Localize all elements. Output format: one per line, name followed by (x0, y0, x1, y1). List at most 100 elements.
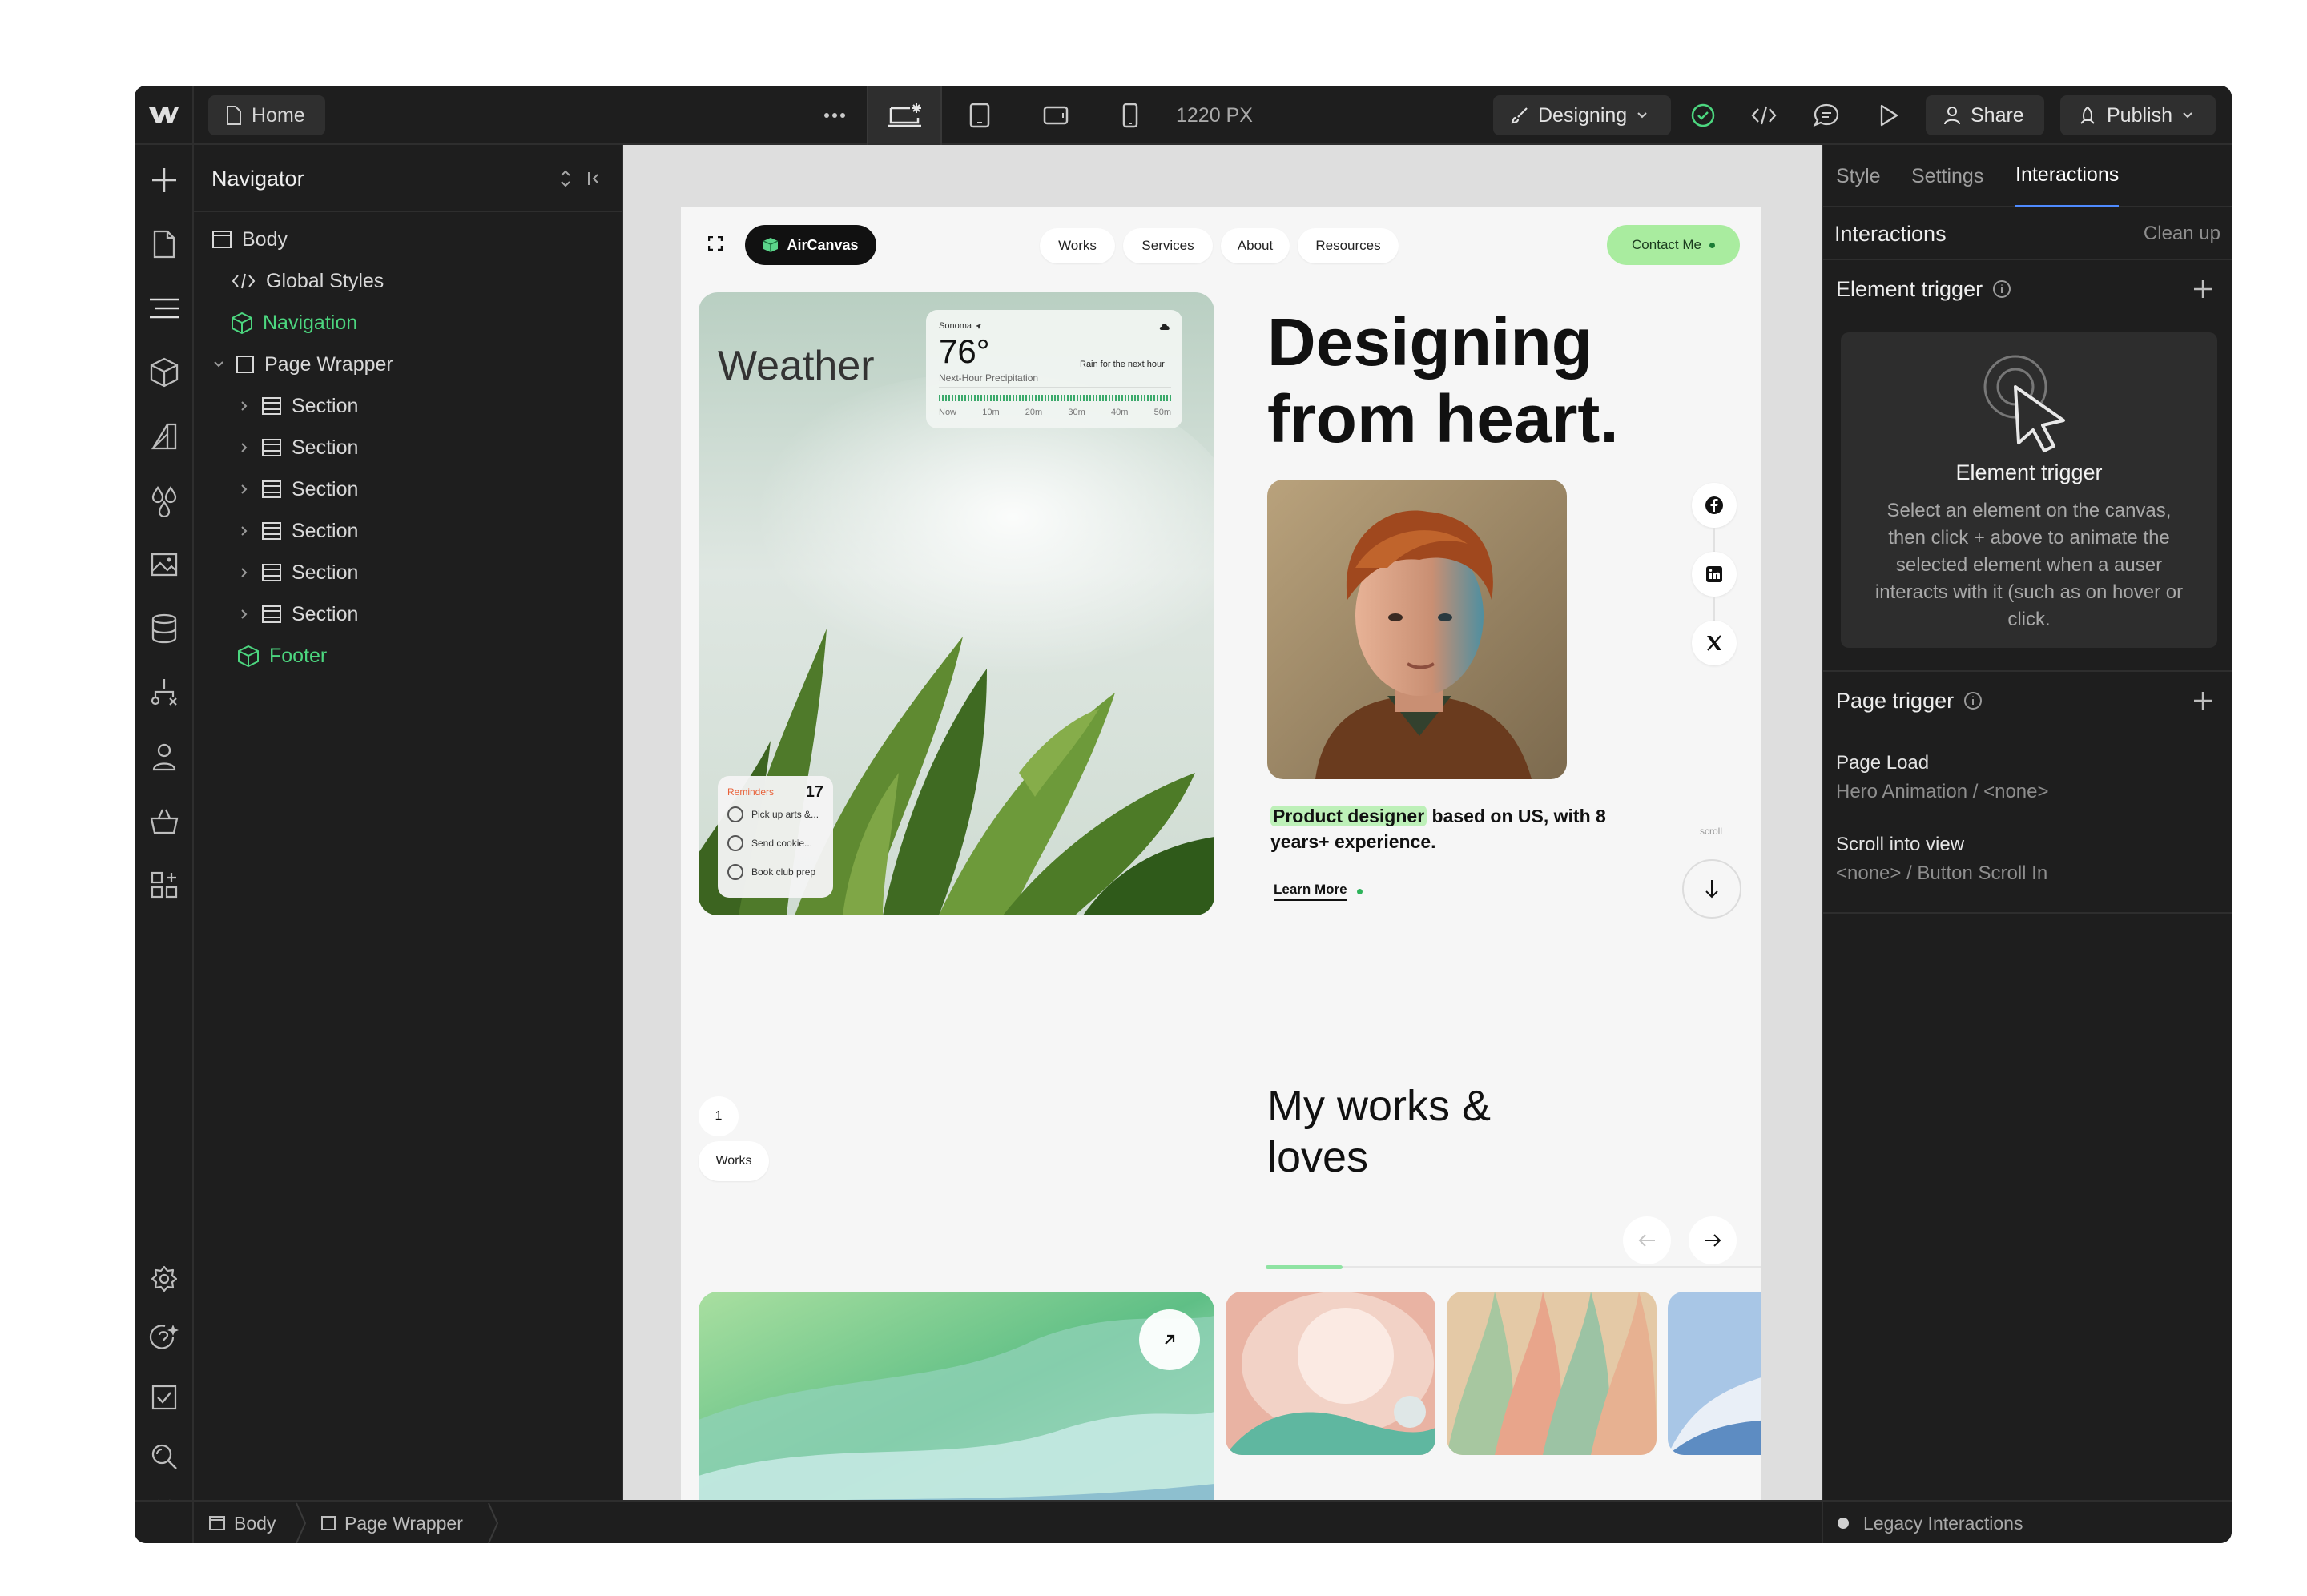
tree-item-section[interactable]: Section (237, 593, 358, 635)
site-nav-services[interactable]: Services (1123, 228, 1213, 263)
reminder-item[interactable]: Book club prep (727, 858, 823, 886)
open-project-button[interactable] (1139, 1309, 1200, 1370)
variables-drops-icon[interactable] (135, 478, 194, 523)
breakpoint-tablet-icon[interactable] (950, 86, 1009, 145)
learn-more-link[interactable]: Learn More (1274, 882, 1363, 901)
fullscreen-icon[interactable] (699, 227, 732, 260)
search-icon[interactable] (135, 1434, 194, 1479)
comments-icon[interactable] (1802, 86, 1850, 145)
site-nav-about[interactable]: About (1221, 228, 1290, 263)
tab-style[interactable]: Style (1836, 145, 1881, 207)
webflow-logo-icon[interactable] (135, 86, 194, 145)
code-view-icon[interactable] (1740, 86, 1788, 145)
tree-item-section[interactable]: Section (237, 427, 358, 468)
expand-collapse-icon[interactable] (559, 167, 572, 190)
users-icon[interactable] (135, 734, 194, 779)
settings-gear-icon[interactable] (135, 1256, 194, 1301)
info-icon[interactable] (1992, 279, 2011, 299)
chevron-right-icon[interactable] (237, 484, 252, 495)
cms-database-icon[interactable] (135, 606, 194, 651)
chevron-right-icon[interactable] (237, 567, 252, 578)
page-trigger-item-page-load[interactable]: Page Load Hero Animation / <none> (1836, 752, 2049, 810)
reminders-widget: Reminders 17 Pick up arts &... Send cook… (718, 776, 833, 898)
site-page-preview[interactable]: AirCanvas Works Services About Resources… (681, 207, 1761, 1500)
design-canvas[interactable]: AirCanvas Works Services About Resources… (623, 145, 1822, 1500)
help-ai-icon[interactable] (135, 1316, 194, 1361)
carousel-prev-button[interactable] (1623, 1216, 1671, 1264)
navigator-header: Navigator (194, 145, 622, 212)
tree-item-section[interactable]: Section (237, 552, 358, 593)
carousel-next-button[interactable] (1689, 1216, 1737, 1264)
tree-item-label: Global Styles (266, 269, 384, 292)
work-image-blue-shapes[interactable] (1668, 1292, 1761, 1455)
trigger-name: Scroll into view (1836, 834, 1965, 855)
collapse-panel-icon[interactable] (586, 167, 601, 190)
site-brand-button[interactable]: AirCanvas (745, 225, 876, 265)
designer-mode-dropdown[interactable]: Designing (1493, 95, 1671, 135)
apps-icon[interactable] (135, 862, 194, 907)
clean-up-button[interactable]: Clean up (2144, 207, 2220, 260)
breadcrumb-body[interactable]: Body (208, 1502, 276, 1543)
legacy-interactions-toggle[interactable]: Legacy Interactions (1822, 1502, 2232, 1543)
audit-checkbox-icon[interactable] (135, 1375, 194, 1420)
components-icon[interactable] (135, 350, 194, 395)
x-twitter-icon[interactable] (1692, 621, 1737, 665)
work-image-green-waves[interactable] (699, 1292, 1214, 1500)
tree-item-body[interactable]: Body (211, 219, 288, 260)
portrait-image (1267, 480, 1567, 779)
contact-label: Contact Me (1632, 237, 1701, 252)
contact-me-button[interactable]: Contact Me (1607, 225, 1740, 265)
navigator-icon[interactable] (135, 286, 194, 331)
publish-button[interactable]: Publish (2060, 95, 2216, 135)
styles-icon[interactable] (135, 414, 194, 459)
logic-flow-icon[interactable] (135, 670, 194, 715)
chevron-down-icon[interactable] (211, 360, 226, 368)
tree-item-label: Section (292, 519, 359, 542)
chevron-right-icon[interactable] (237, 525, 252, 537)
work-image-petal-pattern[interactable] (1447, 1292, 1657, 1455)
webflow-designer-window: Home 1220 PX Designing Share Publish Nav… (135, 86, 2232, 1543)
tree-item-section[interactable]: Section (237, 385, 358, 427)
facebook-icon[interactable] (1692, 483, 1737, 528)
reminder-item[interactable]: Pick up arts &... (727, 800, 823, 829)
dot-icon (1356, 888, 1363, 894)
chevron-right-icon[interactable] (237, 609, 252, 620)
reminders-count: 17 (805, 782, 823, 801)
linkedin-icon[interactable] (1692, 552, 1737, 597)
info-icon[interactable] (1963, 691, 1983, 710)
tree-item-section[interactable]: Section (237, 510, 358, 552)
tree-item-global-styles[interactable]: Global Styles (231, 260, 384, 302)
tree-item-footer[interactable]: Footer (237, 635, 327, 677)
breakpoint-desktop-icon[interactable] (867, 86, 942, 145)
learn-more-label: Learn More (1274, 882, 1347, 901)
chevron-right-icon[interactable] (237, 400, 252, 412)
tree-item-navigation[interactable]: Navigation (231, 302, 357, 344)
add-element-trigger-icon[interactable] (2192, 278, 2214, 300)
page-trigger-item-scroll-into-view[interactable]: Scroll into view <none> / Button Scroll … (1836, 834, 2047, 891)
chevron-right-icon[interactable] (237, 442, 252, 453)
scroll-down-button[interactable] (1682, 859, 1741, 919)
tree-item-page-wrapper[interactable]: Page Wrapper (211, 344, 393, 385)
breakpoint-landscape-icon[interactable] (1024, 86, 1088, 145)
breadcrumb-page-wrapper[interactable]: Page Wrapper (320, 1502, 463, 1543)
add-page-trigger-icon[interactable] (2192, 689, 2214, 712)
pages-icon[interactable] (135, 222, 194, 267)
share-button[interactable]: Share (1926, 95, 2044, 135)
section-icon (261, 605, 282, 624)
more-options-icon[interactable] (811, 86, 859, 145)
site-nav-works[interactable]: Works (1040, 228, 1115, 263)
rail-footer (135, 1502, 194, 1543)
add-elements-icon[interactable] (135, 158, 194, 203)
publish-status-check-icon[interactable] (1679, 86, 1727, 145)
tab-interactions[interactable]: Interactions (2015, 145, 2120, 207)
preview-play-icon[interactable] (1865, 86, 1913, 145)
tree-item-section[interactable]: Section (237, 468, 358, 510)
page-selector-button[interactable]: Home (208, 95, 325, 135)
ecommerce-basket-icon[interactable] (135, 798, 194, 843)
reminder-item[interactable]: Send cookie... (727, 829, 823, 858)
tab-settings[interactable]: Settings (1911, 145, 1983, 207)
assets-image-icon[interactable] (135, 542, 194, 587)
work-image-pink-arches[interactable] (1226, 1292, 1435, 1455)
breakpoint-mobile-icon[interactable] (1101, 86, 1160, 145)
site-nav-resources[interactable]: Resources (1298, 228, 1399, 263)
